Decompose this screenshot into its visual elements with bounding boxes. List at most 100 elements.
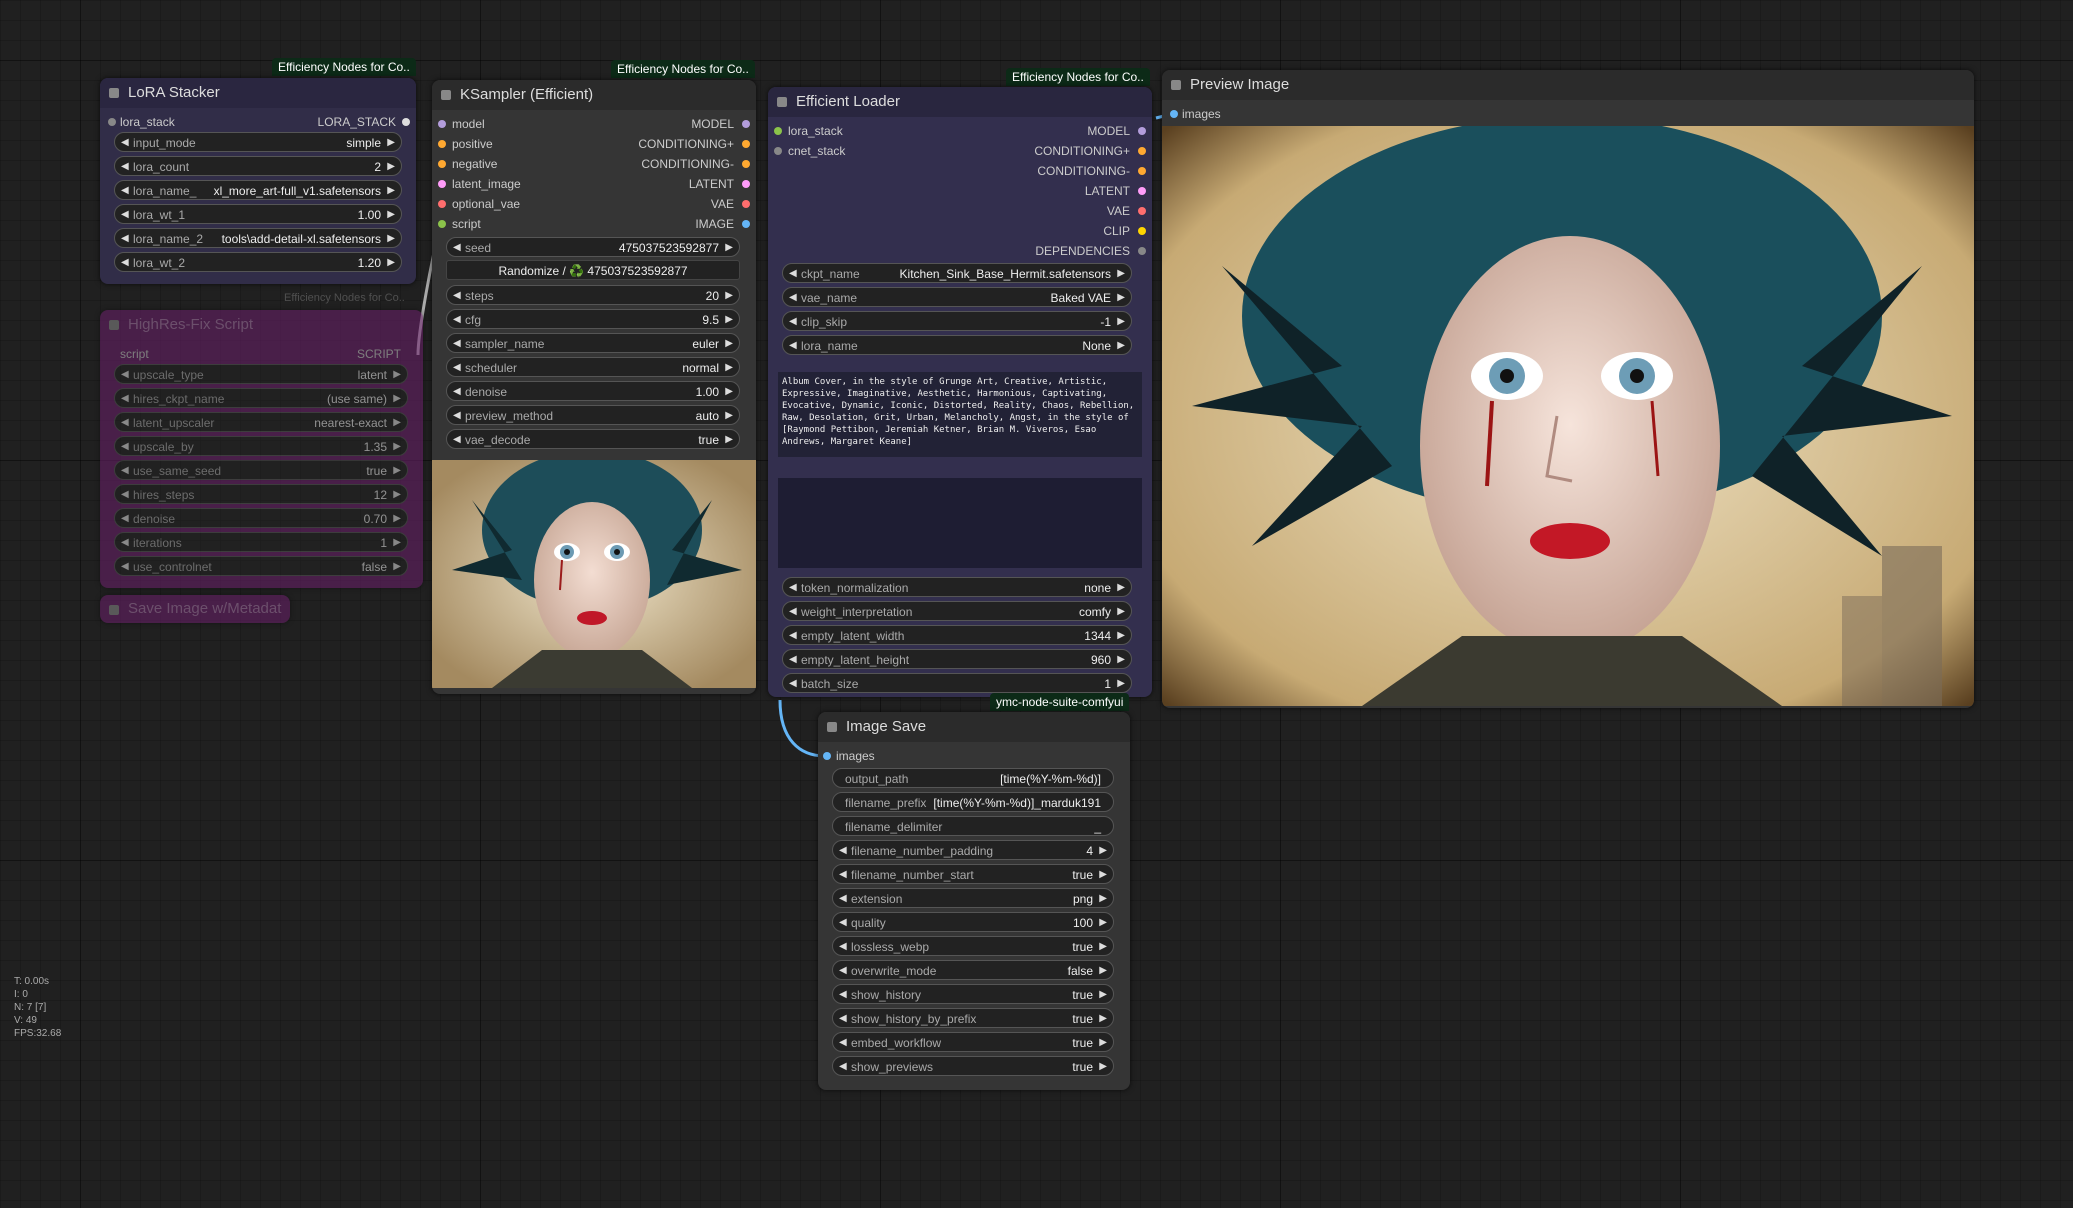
widget[interactable]: ◀ empty_latent_width 1344 ▶ (782, 625, 1132, 645)
increment-arrow[interactable]: ▶ (1117, 602, 1125, 622)
decrement-arrow[interactable]: ◀ (453, 238, 461, 258)
widget[interactable]: ◀ denoise 1.00 ▶ (446, 381, 740, 401)
widget[interactable]: ◀ use_same_seed true ▶ (114, 460, 408, 480)
decrement-arrow[interactable]: ◀ (453, 358, 461, 378)
node-title[interactable]: KSampler (Efficient) (432, 80, 756, 110)
increment-arrow[interactable]: ▶ (1099, 1009, 1107, 1029)
decrement-arrow[interactable]: ◀ (121, 365, 129, 385)
decrement-arrow[interactable]: ◀ (839, 841, 847, 861)
node-title[interactable]: HighRes-Fix Script (100, 310, 423, 340)
decrement-arrow[interactable]: ◀ (839, 985, 847, 1005)
increment-arrow[interactable]: ▶ (1099, 865, 1107, 885)
decrement-arrow[interactable]: ◀ (453, 382, 461, 402)
increment-arrow[interactable]: ▶ (1117, 674, 1125, 694)
input-dot[interactable] (823, 752, 831, 760)
widget[interactable]: ◀ token_normalization none ▶ (782, 577, 1132, 597)
widget[interactable]: ◀ vae_name Baked VAE ▶ (782, 287, 1132, 307)
increment-arrow[interactable]: ▶ (387, 205, 395, 225)
decrement-arrow[interactable]: ◀ (453, 286, 461, 306)
widget[interactable]: ◀ batch_size 1 ▶ (782, 673, 1132, 693)
widget[interactable]: ◀ iterations 1 ▶ (114, 532, 408, 552)
widget[interactable]: ◀ show_history true ▶ (832, 984, 1114, 1004)
widget[interactable]: ◀ show_history_by_prefix true ▶ (832, 1008, 1114, 1028)
widget[interactable]: ◀ lora_name_ xl_more_art-full_v1.safetenso… (114, 180, 402, 200)
output-dot[interactable] (1138, 127, 1146, 135)
positive-prompt-textarea[interactable]: Album Cover, in the style of Grunge Art,… (778, 372, 1142, 457)
increment-arrow[interactable]: ▶ (725, 286, 733, 306)
ksampler-node[interactable]: KSampler (Efficient) model positive negati… (432, 80, 756, 694)
output-dot[interactable] (1138, 207, 1146, 215)
increment-arrow[interactable]: ▶ (387, 157, 395, 177)
increment-arrow[interactable]: ▶ (1099, 913, 1107, 933)
widget[interactable]: ◀ show_previews true ▶ (832, 1056, 1114, 1076)
widget[interactable]: ◀ lora_name None ▶ (782, 335, 1132, 355)
decrement-arrow[interactable]: ◀ (453, 406, 461, 426)
widget[interactable]: ◀ upscale_by 1.35 ▶ (114, 436, 408, 456)
image-save-node[interactable]: Image Save images output_path [time(%Y-%m… (818, 712, 1130, 1090)
increment-arrow[interactable]: ▶ (1099, 841, 1107, 861)
input-dot[interactable] (774, 127, 782, 135)
output-dot[interactable] (1138, 147, 1146, 155)
output-dot[interactable] (742, 200, 750, 208)
output-dot[interactable] (742, 120, 750, 128)
decrement-arrow[interactable]: ◀ (121, 229, 129, 249)
decrement-arrow[interactable]: ◀ (839, 961, 847, 981)
decrement-arrow[interactable]: ◀ (789, 312, 797, 332)
increment-arrow[interactable]: ▶ (1117, 288, 1125, 308)
increment-arrow[interactable]: ▶ (1117, 312, 1125, 332)
increment-arrow[interactable]: ▶ (393, 413, 401, 433)
increment-arrow[interactable]: ▶ (387, 181, 395, 201)
widget[interactable]: ◀ lossless_webp true ▶ (832, 936, 1114, 956)
decrement-arrow[interactable]: ◀ (121, 557, 129, 577)
node-title[interactable]: Save Image w/Metadat (100, 595, 290, 623)
increment-arrow[interactable]: ▶ (1117, 650, 1125, 670)
widget[interactable]: ◀ lora_name_2 tools\add-detail-xl.safetens… (114, 228, 402, 248)
efficient-loader-node[interactable]: Efficient Loader lora_stack cnet_stack MOD… (768, 87, 1152, 697)
increment-arrow[interactable]: ▶ (393, 389, 401, 409)
output-dot[interactable] (742, 140, 750, 148)
widget[interactable]: ◀ use_controlnet false ▶ (114, 556, 408, 576)
increment-arrow[interactable]: ▶ (725, 310, 733, 330)
decrement-arrow[interactable]: ◀ (789, 336, 797, 356)
decrement-arrow[interactable]: ◀ (453, 334, 461, 354)
widget[interactable]: ◀ input_mode simple ▶ (114, 132, 402, 152)
widget[interactable]: ◀ weight_interpretation comfy ▶ (782, 601, 1132, 621)
increment-arrow[interactable]: ▶ (393, 365, 401, 385)
output-dot[interactable] (742, 180, 750, 188)
increment-arrow[interactable]: ▶ (1099, 961, 1107, 981)
input-dot[interactable] (438, 120, 446, 128)
increment-arrow[interactable]: ▶ (393, 533, 401, 553)
decrement-arrow[interactable]: ◀ (839, 1009, 847, 1029)
node-title[interactable]: Efficient Loader (768, 87, 1152, 117)
widget[interactable]: output_path [time(%Y-%m-%d)] (832, 768, 1114, 788)
input-dot[interactable] (438, 200, 446, 208)
increment-arrow[interactable]: ▶ (387, 133, 395, 153)
decrement-arrow[interactable]: ◀ (121, 485, 129, 505)
widget[interactable]: ◀ clip_skip -1 ▶ (782, 311, 1132, 331)
decrement-arrow[interactable]: ◀ (789, 626, 797, 646)
decrement-arrow[interactable]: ◀ (839, 865, 847, 885)
increment-arrow[interactable]: ▶ (725, 238, 733, 258)
output-dot[interactable] (402, 118, 410, 126)
output-dot[interactable] (742, 160, 750, 168)
save-image-metadata-node[interactable]: Save Image w/Metadat (100, 595, 290, 623)
input-dot[interactable] (438, 180, 446, 188)
widget[interactable]: ◀ ckpt_name Kitchen_Sink_Base_Hermit.safet… (782, 263, 1132, 283)
decrement-arrow[interactable]: ◀ (789, 650, 797, 670)
input-dot[interactable] (438, 160, 446, 168)
widget[interactable]: filename_delimiter _ (832, 816, 1114, 836)
decrement-arrow[interactable]: ◀ (789, 264, 797, 284)
output-dot[interactable] (742, 220, 750, 228)
decrement-arrow[interactable]: ◀ (121, 133, 129, 153)
widget[interactable]: ◀ lora_wt_1 1.00 ▶ (114, 204, 402, 224)
decrement-arrow[interactable]: ◀ (839, 1057, 847, 1077)
decrement-arrow[interactable]: ◀ (789, 674, 797, 694)
widget[interactable]: ◀ cfg 9.5 ▶ (446, 309, 740, 329)
increment-arrow[interactable]: ▶ (725, 430, 733, 450)
increment-arrow[interactable]: ▶ (1099, 937, 1107, 957)
node-title[interactable]: LoRA Stacker (100, 78, 416, 108)
input-dot[interactable] (774, 147, 782, 155)
increment-arrow[interactable]: ▶ (1099, 889, 1107, 909)
increment-arrow[interactable]: ▶ (1117, 336, 1125, 356)
decrement-arrow[interactable]: ◀ (453, 430, 461, 450)
